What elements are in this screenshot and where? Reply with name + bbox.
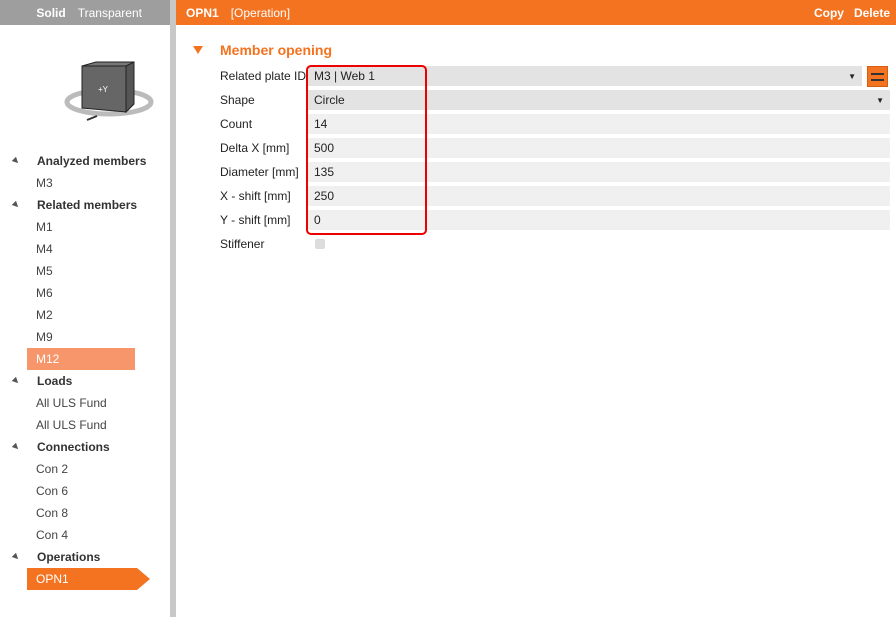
delta-x-row: Delta X [mm] 500 <box>220 137 890 159</box>
pick-plate-button[interactable] <box>867 66 888 87</box>
transparent-button[interactable]: Transparent <box>78 6 142 20</box>
related-plate-value: M3 | Web 1 <box>314 69 375 83</box>
tree-item[interactable]: All ULS Fund <box>0 392 170 414</box>
tree-group[interactable]: Analyzed members <box>0 150 170 172</box>
tree-item[interactable]: All ULS Fund <box>0 414 170 436</box>
solid-button[interactable]: Solid <box>36 6 65 20</box>
operation-header: OPN1 [Operation] Copy Delete <box>176 0 896 25</box>
count-row: Count 14 <box>220 113 890 135</box>
tree-group[interactable]: Loads <box>0 370 170 392</box>
related-plate-select[interactable]: M3 | Web 1 ▼ <box>308 66 862 86</box>
x-shift-input[interactable]: 250 <box>308 186 890 206</box>
tree-item[interactable]: M2 <box>0 304 170 326</box>
y-shift-input[interactable]: 0 <box>308 210 890 230</box>
stiffener-row: Stiffener <box>220 233 890 255</box>
related-plate-row: Related plate ID M3 | Web 1 ▼ <box>220 65 862 87</box>
shape-row: Shape Circle ▼ <box>220 89 890 111</box>
tree-item[interactable]: Con 2 <box>0 458 170 480</box>
project-tree: Analyzed members M3 Related members M1 M4 M5 M… <box>0 150 170 590</box>
diameter-input[interactable]: 135 <box>308 162 890 182</box>
delta-x-input[interactable]: 500 <box>308 138 890 158</box>
copy-button[interactable]: Copy <box>814 6 844 20</box>
stiffener-label: Stiffener <box>220 237 265 251</box>
y-shift-row: Y - shift [mm] 0 <box>220 209 890 231</box>
count-label: Count <box>220 117 253 131</box>
stiffener-checkbox[interactable] <box>315 239 325 249</box>
chevron-down-icon: ▼ <box>848 71 856 81</box>
x-shift-row: X - shift [mm] 250 <box>220 185 890 207</box>
view-mode-bar: Solid Transparent <box>0 0 170 25</box>
tree-group[interactable]: Related members <box>0 194 170 216</box>
left-panel-scrollbar[interactable] <box>170 0 176 617</box>
diameter-label: Diameter [mm] <box>220 165 299 179</box>
tree-item[interactable]: Con 4 <box>0 524 170 546</box>
tree-group[interactable]: Connections <box>0 436 170 458</box>
x-shift-label: X - shift [mm] <box>220 189 291 203</box>
tree-item[interactable]: M9 <box>0 326 170 348</box>
related-plate-label: Related plate ID <box>220 69 307 83</box>
operation-title: OPN1 <box>186 5 219 20</box>
shape-label: Shape <box>220 93 255 107</box>
tree-item[interactable]: OPN1 <box>27 568 150 590</box>
shape-value: Circle <box>314 93 345 107</box>
tree-group[interactable]: Operations <box>0 546 170 568</box>
diameter-row: Diameter [mm] 135 <box>220 161 890 183</box>
tree-item[interactable]: M3 <box>0 172 170 194</box>
operation-subtitle: [Operation] <box>230 5 291 20</box>
y-shift-label: Y - shift [mm] <box>220 213 291 227</box>
chevron-down-icon: ▼ <box>876 95 884 105</box>
tree-item[interactable]: Con 6 <box>0 480 170 502</box>
tree-item[interactable]: M6 <box>0 282 170 304</box>
collapse-triangle-icon[interactable] <box>193 46 203 54</box>
shape-select[interactable]: Circle ▼ <box>308 90 890 110</box>
svg-text:+Y: +Y <box>98 85 109 94</box>
count-input[interactable]: 14 <box>308 114 890 134</box>
navigation-cube-icon[interactable]: +Y <box>62 60 157 122</box>
delta-x-label: Delta X [mm] <box>220 141 290 155</box>
member-opening-section[interactable]: Member opening <box>193 42 332 58</box>
left-panel: Solid Transparent +Y Analyzed members M3 R… <box>0 0 170 617</box>
tree-item[interactable]: M4 <box>0 238 170 260</box>
delete-button[interactable]: Delete <box>854 6 890 20</box>
tree-item[interactable]: M12 <box>27 348 135 370</box>
tree-item[interactable]: M5 <box>0 260 170 282</box>
section-title: Member opening <box>220 42 333 58</box>
tree-item[interactable]: Con 8 <box>0 502 170 524</box>
tree-item[interactable]: M1 <box>0 216 170 238</box>
